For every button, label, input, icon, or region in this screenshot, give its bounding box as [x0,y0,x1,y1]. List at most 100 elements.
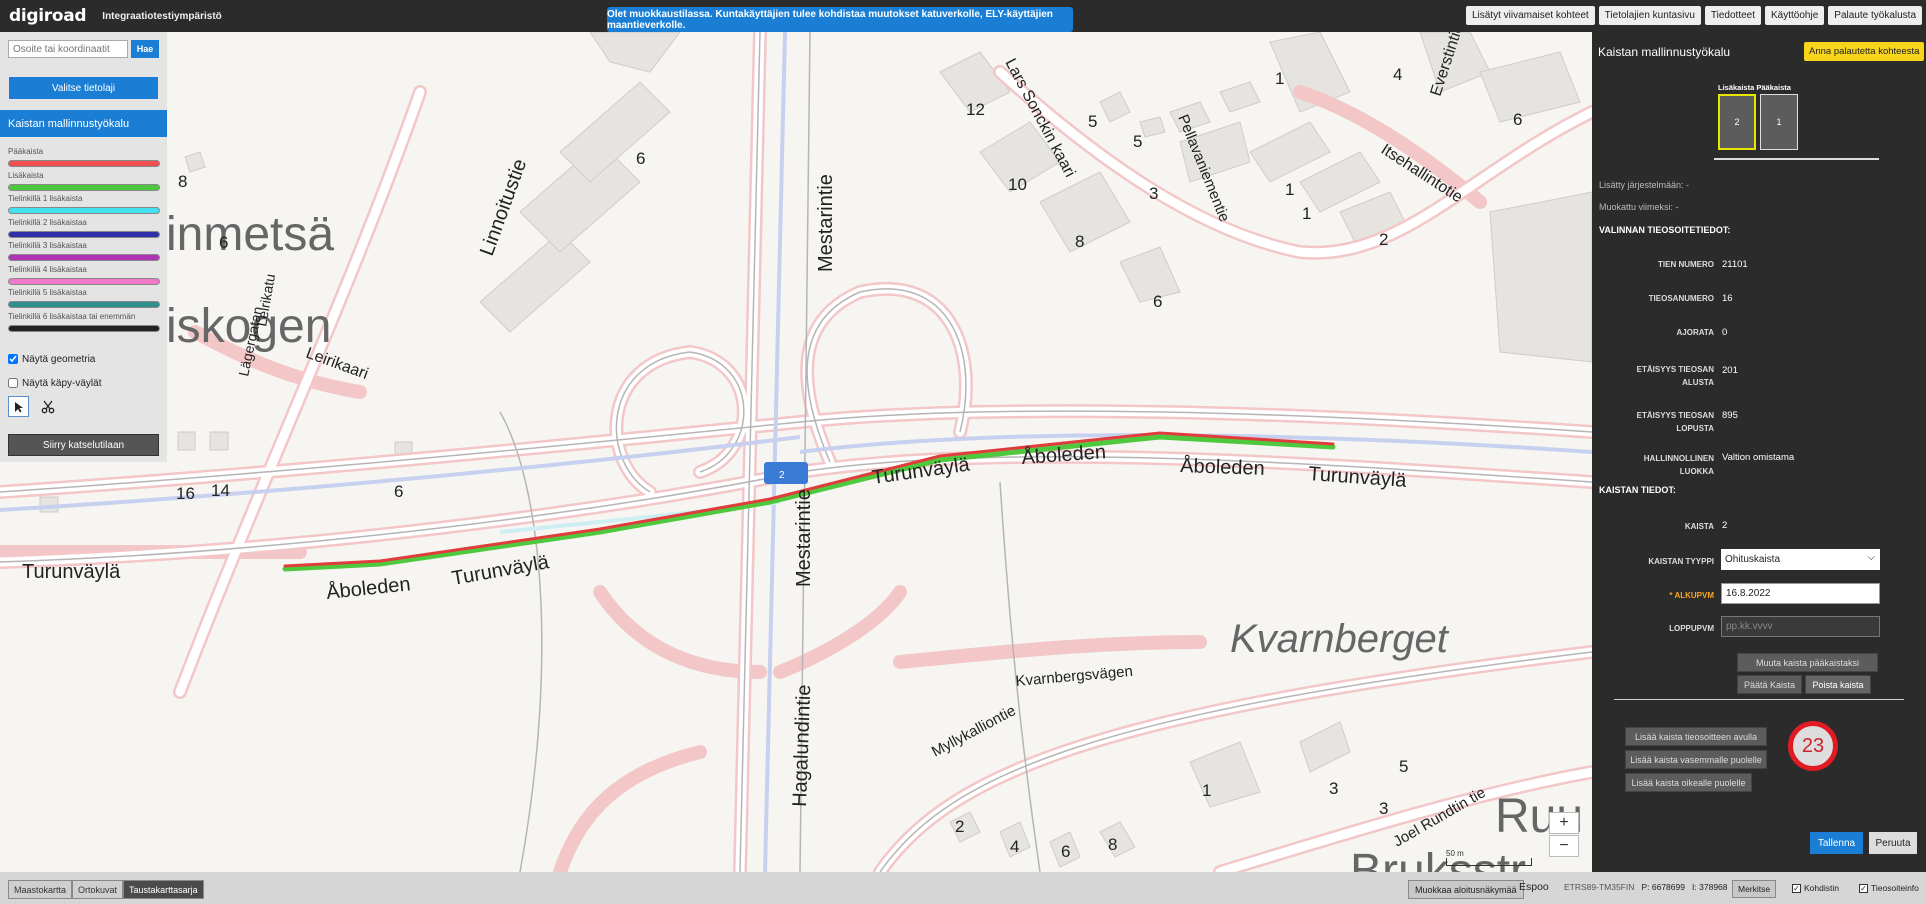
mark-button[interactable]: Merkitse [1732,880,1777,898]
basemap-orthophoto[interactable]: Ortokuvat [72,880,124,899]
field-value: Valtion omistama [1722,452,1795,463]
map-canvas[interactable]: 2 inmetsä iskogen Kvarnberget Ruu Brukss… [0,32,1592,872]
end-date-input[interactable]: pp.kk.vvvv [1721,616,1880,637]
scale-bar [1446,858,1532,866]
legend-item: Pääkaista [8,147,160,171]
announcements-link[interactable]: Tiedotteet [1704,6,1762,25]
show-cycle-paths-checkbox[interactable] [8,378,18,388]
building-number: 1 [1285,180,1294,199]
building-number: 8 [1075,232,1084,251]
legend-swatch [8,207,160,214]
edit-start-view-button[interactable]: Muokkaa aloitusnäkymää [1408,880,1524,899]
zoom-in-button[interactable]: + [1549,812,1579,834]
legend-item: Tielinkillä 4 lisäkaistaa [8,265,160,289]
search-row: Hae [8,40,159,58]
lane-divider [1714,158,1879,160]
make-main-lane-button[interactable]: Muuta kaista pääkaistaksi [1737,653,1878,672]
show-cycle-paths-label: Näytä käpy-väylät [22,377,102,389]
legend-label: Tielinkillä 1 lisäkaista [8,194,83,203]
basemap-background[interactable]: Taustakarttasarja [123,880,204,899]
view-mode-button[interactable]: Siirry katselutilaan [8,434,159,456]
show-geometry-checkbox[interactable] [8,354,18,364]
end-date-label: LOPPUPVM [1669,624,1714,633]
checkbox-icon: ✓ [1792,883,1801,893]
field-label: TIEOSANUMERO [1648,294,1714,303]
legend-swatch [8,254,160,261]
environment-label: Integraatiotestiympäristö [102,10,222,22]
add-lane-by-address-button[interactable]: Lisää kaista tieosoitteen avulla [1625,727,1767,746]
legend-label: Pääkaista [8,147,44,156]
select-layer-button[interactable]: Valitse tietolaji [9,77,158,99]
basemap-terrain[interactable]: Maastokartta [8,880,73,899]
coord-p: P: 6678699 [1641,882,1685,892]
road-label: Åboleden [325,572,411,604]
lane-box-selected[interactable]: 2 [1718,94,1756,150]
checkbox-icon: ✓ [1859,883,1868,893]
road-label: Mestarintie [793,489,815,587]
lane-box-main[interactable]: 1 [1760,94,1798,150]
legend-item: Lisäkaista [8,171,160,195]
road-address-info-toggle[interactable]: ✓ Tieosoiteinfo [1859,883,1919,893]
added-info: Lisätty järjestelmään: - [1599,180,1690,190]
legend-item: Tielinkillä 6 lisäkaistaa tai enemmän [8,312,160,336]
cut-tool-icon[interactable] [37,396,58,417]
tool-header: Kaistan mallinnustyökalu [0,110,167,137]
coordinates: ETRS89-TM35FIN P: 6678699 I: 378968 [1564,882,1728,892]
select-tool-icon[interactable] [8,396,29,417]
lane-legend: Pääkaista Lisäkaista Tielinkillä 1 lisäkai… [8,147,160,335]
chevron-down-icon: ⌵ [1867,552,1875,563]
legend-label: Tielinkillä 2 lisäkaistaa [8,217,87,227]
road-label: Åboleden [1021,440,1107,469]
road-address-info-label: Tieosoiteinfo [1871,883,1919,893]
show-geometry-option[interactable]: Näytä geometria [8,347,101,371]
lane-marker[interactable]: 2 [764,462,808,484]
add-lane-right-button[interactable]: Lisää kaista oikealle puolelle [1625,773,1752,792]
add-lane-left-button[interactable]: Lisää kaista vasemmalle puolelle [1625,750,1767,769]
zoom-out-button[interactable]: − [1549,835,1579,857]
legend-label: Tielinkillä 5 lisäkaistaa [8,288,87,297]
coord-i: I: 378968 [1692,882,1728,892]
end-lane-button[interactable]: Päätä Kaista [1737,675,1802,694]
municipality-page-link[interactable]: Tietolajien kuntasivu [1598,6,1701,25]
building-number: 6 [394,482,403,501]
road-label: Mestarintie [815,174,837,272]
feedback-button[interactable]: Anna palautetta kohteesta [1804,42,1925,61]
cancel-button[interactable]: Peruuta [1869,832,1917,854]
building-number: 12 [966,100,985,119]
search-button[interactable]: Hae [131,40,159,58]
building-number: 2 [1379,230,1388,249]
building-number: 3 [1379,799,1388,818]
building-number: 1 [1275,69,1284,88]
user-guide-link[interactable]: Käyttöohje [1765,6,1825,25]
field-label: ETÄISYYS TIEOSAN LOPUSTA [1636,411,1714,433]
road-label: Hagalundintie [789,684,815,807]
legend-item: Tielinkillä 3 lisäkaistaa [8,241,160,265]
left-panel: Hae Valitse tietolaji Kaistan mallinnust… [0,32,167,462]
building-number: 6 [1513,110,1522,129]
map-view[interactable]: 2 inmetsä iskogen Kvarnberget Ruu Brukss… [0,32,1592,872]
lane-marker-label: 2 [779,470,785,481]
building-number: 1 [1202,781,1211,800]
tool-feedback-link[interactable]: Palaute työkalusta [1828,6,1922,25]
legend-item: Tielinkillä 1 lisäkaista [8,194,160,218]
legend-label: Tielinkillä 6 lisäkaistaa tai enemmän [8,311,136,321]
show-cycle-paths-option[interactable]: Näytä käpy-väylät [8,371,101,395]
lane-type-select[interactable]: Ohituskaista ⌵ [1721,549,1880,570]
target-toggle[interactable]: ✓ Kohdistin [1792,883,1839,893]
lane-value: 2 [1722,520,1728,531]
road-address-section-title: VALINNAN TIEOSOITETIEDOT: [1599,225,1731,235]
building-number: 3 [1329,779,1338,798]
legend-swatch [8,301,160,308]
building-number: 10 [1008,175,1027,194]
delete-lane-button[interactable]: Poista kaista [1805,675,1871,694]
building-number: 6 [219,233,228,252]
building-number: 5 [1399,757,1408,776]
legend-swatch [8,160,160,167]
added-linear-assets-link[interactable]: Lisätyt viivamaiset kohteet [1465,6,1595,25]
lane-type-value: Ohituskaista [1725,554,1781,565]
save-button[interactable]: Tallenna [1810,832,1863,854]
building-number: 8 [1108,835,1117,854]
top-bar: digiroad Integraatiotestiympäristö Olet … [0,0,1926,32]
start-date-input[interactable]: 16.8.2022 [1721,583,1880,604]
search-input[interactable] [8,40,128,58]
